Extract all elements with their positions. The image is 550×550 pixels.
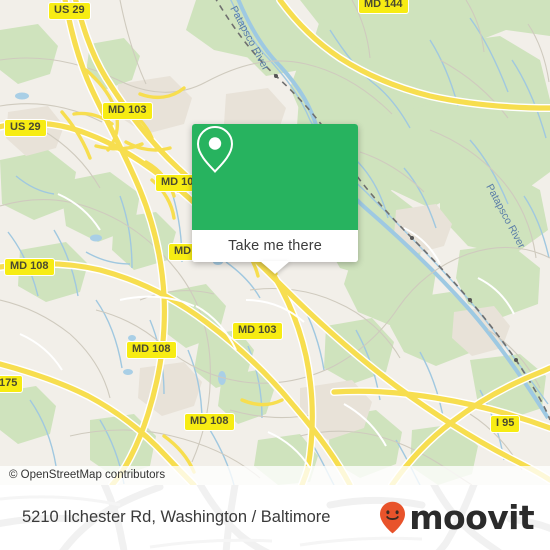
osm-attribution[interactable]: © OpenStreetMap contributors [0, 466, 550, 485]
take-me-there-label: Take me there [228, 238, 322, 254]
shield-i-95[interactable]: I 95 [490, 415, 521, 433]
map-screenshot: US 29 MD 144 MD 103 US 29 MD 103 MD 108 … [0, 0, 550, 550]
location-pin-icon [196, 125, 234, 173]
shield-md-108-left[interactable]: MD 108 [4, 258, 55, 276]
moovit-wordmark: moovit [409, 498, 534, 537]
moovit-smiley-pin-icon [380, 501, 406, 534]
shield-us-29-top[interactable]: US 29 [48, 2, 91, 20]
moovit-logo[interactable]: moovit [379, 485, 535, 550]
shield-md-175[interactable]: 175 [0, 375, 24, 393]
card-pointer-tail [260, 261, 290, 274]
shield-md-108-mid[interactable]: MD 108 [126, 341, 177, 359]
shield-md-108-bottom[interactable]: MD 108 [184, 413, 235, 431]
card-header [192, 124, 358, 230]
shield-md-103-upper[interactable]: MD 103 [102, 102, 153, 120]
map-canvas[interactable]: US 29 MD 144 MD 103 US 29 MD 103 MD 108 … [0, 0, 550, 485]
card-action-area[interactable]: Take me there [192, 230, 358, 262]
shield-md-103-center[interactable]: MD 103 [232, 322, 283, 340]
footer-bar: 5210 Ilchester Rd, Washington / Baltimor… [0, 485, 550, 550]
shield-us-29-left[interactable]: US 29 [4, 119, 47, 137]
address-label: 5210 Ilchester Rd, Washington / Baltimor… [22, 508, 331, 526]
take-me-there-card[interactable]: Take me there [192, 124, 358, 274]
shield-md-144[interactable]: MD 144 [358, 0, 409, 14]
